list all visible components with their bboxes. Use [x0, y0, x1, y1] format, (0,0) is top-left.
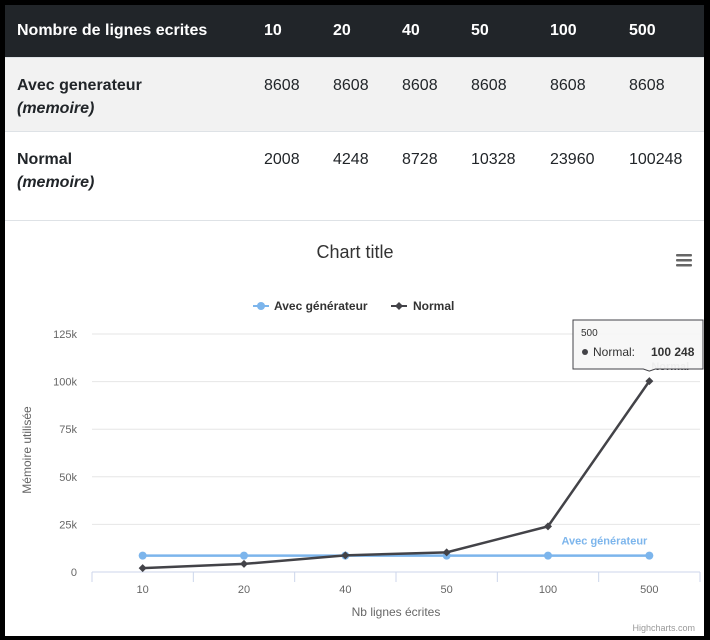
table-cell: 8608: [264, 57, 333, 132]
row-label-cell: Avec generateur (memoire): [5, 57, 264, 132]
x-axis: 10 20 40 50 100 500: [91, 571, 701, 596]
x-tick-label: 10: [137, 584, 149, 596]
menu-bar: [676, 264, 692, 267]
x-tick-label: 50: [441, 584, 453, 596]
table-cell: 2008: [264, 131, 333, 221]
row-label: Avec generateur: [17, 77, 142, 94]
cell-value: 8608: [550, 77, 586, 94]
hamburger-menu-icon[interactable]: [673, 248, 697, 272]
table-row: Normal (memoire) 2008 4248 8728 10328 23…: [5, 131, 704, 221]
table-cell: 10328: [471, 131, 550, 221]
series-end-label: Avec générateur: [562, 536, 649, 548]
legend-item-avec-generateur[interactable]: Avec générateur: [253, 299, 368, 313]
x-tick-label: 100: [539, 584, 557, 596]
y-tick-label: 0: [71, 567, 77, 579]
header-cell: 10: [264, 5, 333, 58]
legend-label: Normal: [413, 299, 454, 313]
cell-value: 8608: [471, 77, 507, 94]
row-sublabel: (memoire): [17, 100, 95, 117]
data-point: [240, 559, 248, 568]
header-cell: Nombre de lignes ecrites: [5, 5, 264, 58]
row-label-cell: Normal (memoire): [5, 131, 264, 221]
cell-value: 100248: [629, 151, 683, 168]
y-tick-label: 50k: [59, 472, 77, 484]
y-axis: 0 25k 50k 75k 100k 125k: [53, 329, 77, 579]
cell-value: 2008: [264, 151, 300, 168]
y-tick-label: 125k: [53, 329, 77, 341]
data-point: [240, 551, 248, 560]
table-row: Avec generateur (memoire) 8608 8608 8608…: [5, 57, 704, 132]
y-tick-label: 100k: [53, 377, 77, 389]
header-cell: 100: [550, 5, 629, 58]
table-cell: 8608: [333, 57, 402, 132]
cell-value: 4248: [333, 151, 369, 168]
data-point: [645, 551, 654, 560]
cell-value: 8728: [402, 151, 438, 168]
tooltip-header: 500: [581, 328, 598, 339]
data-point: [544, 551, 552, 560]
y-axis-title: Mémoire utilisée: [20, 406, 34, 494]
table-cell: 4248: [333, 131, 402, 221]
memory-table: Nombre de lignes ecrites 10 20 40 50 100…: [5, 5, 704, 221]
x-tick-label: 20: [238, 584, 250, 596]
cell-value: 10328: [471, 151, 516, 168]
table-header-row: Nombre de lignes ecrites 10 20 40 50 100…: [5, 5, 704, 58]
chart-legend: Avec générateur Normal: [253, 299, 454, 313]
line-chart: Chart title Avec générateur Normal 0 25k 5…: [20, 242, 704, 633]
tooltip-value: 100 248: [651, 345, 695, 359]
cell-value: 23960: [550, 151, 595, 168]
cell-value: 8608: [629, 77, 665, 94]
table-cell: 8728: [402, 131, 471, 221]
table-cell: 100248: [629, 131, 704, 221]
table-cell: 8608: [402, 57, 471, 132]
chart-title: Chart title: [316, 242, 393, 262]
credits-link[interactable]: Highcharts.com: [632, 623, 695, 633]
menu-bar: [676, 259, 692, 262]
cell-value: 8608: [402, 77, 438, 94]
chart-tooltip: 500 Normal: 100 248: [572, 319, 704, 372]
cell-value: 8608: [264, 77, 300, 94]
x-axis-title: Nb lignes écrites: [352, 605, 441, 619]
chart-series: Avec générateurNormal: [138, 361, 689, 573]
header-cell: 40: [402, 5, 471, 58]
row-sublabel: (memoire): [17, 174, 95, 191]
series-avec-generateur: Avec générateur: [138, 536, 654, 560]
table-cell: 8608: [550, 57, 629, 132]
header-cell: 50: [471, 5, 550, 58]
page-frame: Nombre de lignes ecrites 10 20 40 50 100…: [5, 5, 704, 636]
row-label: Normal: [17, 151, 73, 168]
tooltip-marker: [582, 349, 588, 355]
table-cell: 8608: [629, 57, 704, 132]
legend-item-normal[interactable]: Normal: [391, 299, 454, 313]
tooltip-series-name: Normal:: [593, 345, 635, 359]
y-tick-label: 25k: [59, 519, 77, 531]
table-cell: 8608: [471, 57, 550, 132]
y-tick-label: 75k: [59, 424, 77, 436]
table-cell: 23960: [550, 131, 629, 221]
data-point: [138, 564, 147, 573]
legend-diamond-marker: [395, 302, 403, 310]
header-cell: 20: [333, 5, 402, 58]
x-tick-label: 500: [640, 584, 658, 596]
legend-label: Avec générateur: [274, 299, 368, 313]
cell-value: 8608: [333, 77, 369, 94]
legend-circle-marker: [257, 302, 265, 310]
menu-bar: [676, 254, 692, 257]
header-cell: 500: [629, 5, 704, 58]
x-tick-label: 40: [339, 584, 351, 596]
data-point: [138, 551, 147, 560]
